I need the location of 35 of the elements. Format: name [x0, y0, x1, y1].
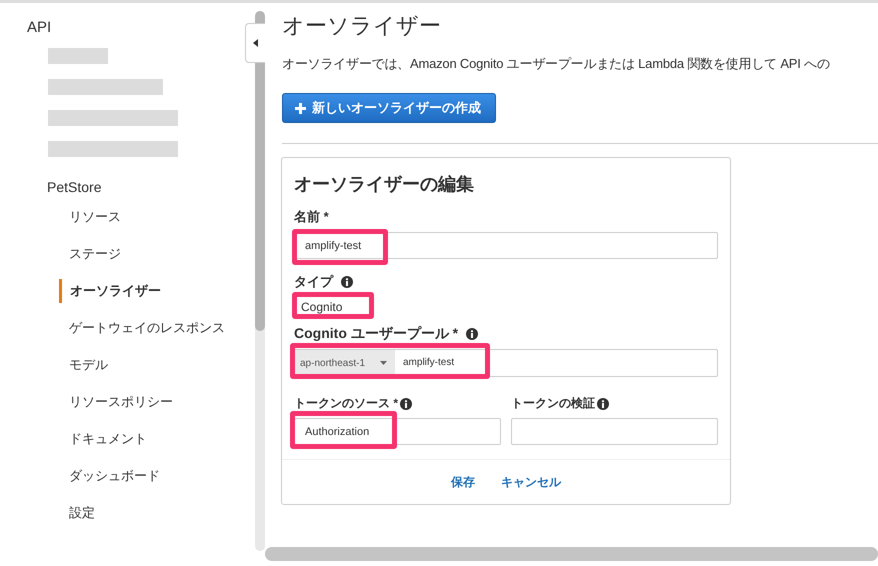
cancel-link[interactable]: キャンセル — [501, 474, 561, 490]
token-validation-input-field[interactable] — [511, 418, 718, 445]
info-icon[interactable] — [597, 398, 609, 410]
info-icon[interactable] — [466, 328, 478, 340]
horizontal-scrollbar[interactable] — [265, 547, 878, 561]
type-value: Cognito — [300, 299, 344, 316]
sidebar-item[interactable]: ダッシュボード — [69, 464, 255, 501]
sidebar-item[interactable]: ドキュメント — [69, 427, 255, 464]
vertical-scrollbar[interactable] — [255, 11, 265, 551]
field-label: 名前 * — [294, 208, 330, 226]
field-label: タイプ — [294, 273, 333, 291]
sidebar-item[interactable]: 設定 — [69, 501, 255, 538]
field-label: Cognito ユーザープール * — [294, 325, 458, 343]
card-title: オーソライザーの編集 — [294, 173, 475, 196]
redacted-block — [48, 48, 108, 64]
save-link[interactable]: 保存 — [451, 474, 475, 490]
sidebar-item[interactable]: リソース — [69, 205, 255, 242]
page-description: オーソライザーでは、Amazon Cognito ユーザープールまたは Lambda 関数を使用して API への — [282, 55, 831, 73]
name-input-field[interactable]: amplify-test — [294, 232, 718, 259]
api-name-link[interactable]: PetStore — [47, 179, 255, 195]
info-icon[interactable] — [341, 276, 353, 288]
sidebar-item[interactable]: ステージ — [69, 242, 255, 279]
token-source-input-field[interactable]: Authorization — [294, 418, 501, 445]
collapse-sidebar-button[interactable] — [245, 23, 265, 63]
sidebar-item[interactable]: ゲートウェイのレスポンス — [69, 316, 255, 353]
sidebar-title: API — [27, 19, 52, 36]
sidebar-item[interactable]: リソースポリシー — [69, 390, 255, 427]
field-label: トークンの検証 — [511, 395, 595, 412]
sidebar-item[interactable]: モデル — [69, 353, 255, 390]
create-authorizer-button[interactable]: 新しいオーソライザーの作成 — [282, 93, 496, 123]
page-title: オーソライザー — [282, 12, 442, 40]
field-label: トークンのソース * — [294, 395, 398, 412]
plus-icon — [295, 102, 306, 114]
info-icon[interactable] — [400, 398, 412, 410]
caret-left-icon — [252, 39, 258, 47]
